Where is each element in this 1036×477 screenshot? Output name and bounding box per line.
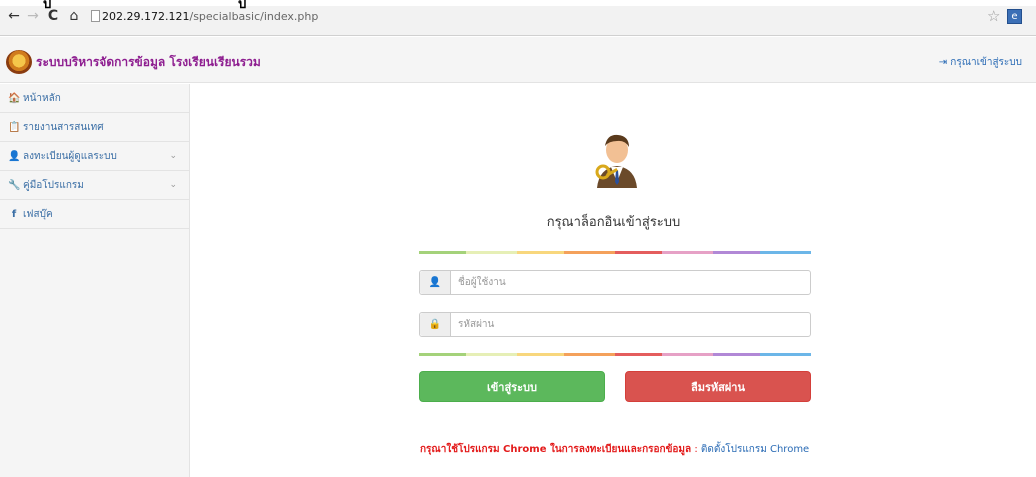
- school-logo-icon: [6, 50, 32, 74]
- login-button[interactable]: เข้าสู่ระบบ: [419, 371, 605, 402]
- lock-icon: 🔒: [420, 313, 451, 336]
- forward-icon[interactable]: →: [25, 6, 41, 26]
- sign-in-icon: ⇥: [938, 57, 951, 68]
- sidebar-item-register-admin[interactable]: 👤 ลงทะเบียนผู้ดูแลระบบ ⌄: [0, 142, 189, 171]
- chevron-down-icon: ⌄: [169, 180, 177, 190]
- browser-notice: กรุณาใช้โปรแกรม Chrome ในการลงทะเบียนและ…: [420, 442, 809, 457]
- user-icon: 👤: [420, 271, 451, 294]
- home-icon[interactable]: ⌂: [66, 6, 82, 26]
- wrench-icon: 🔧: [8, 180, 21, 191]
- sidebar-item-label: ลงทะเบียนผู้ดูแลระบบ: [23, 151, 117, 162]
- sidebar-item-label: รายงานสารสนเทศ: [23, 122, 104, 133]
- url-host: 202.29.172.121: [102, 10, 190, 23]
- extension-icon[interactable]: e: [1007, 9, 1022, 24]
- navigation-row: ← → C ⌂ 202.29.172.121/specialbasic/inde…: [0, 6, 1036, 26]
- url-path: /specialbasic/index.php: [189, 10, 319, 23]
- password-field[interactable]: 🔒: [419, 312, 811, 337]
- app-header: ระบบบริหารจัดการข้อมูล โรงเรียนเรียนรวม …: [0, 37, 1036, 83]
- login-link-label: กรุณาเข้าสู่ระบบ: [950, 57, 1022, 68]
- home-icon: 🏠: [8, 93, 21, 104]
- sidebar-item-manual[interactable]: 🔧 คู่มือโปรแกรม ⌄: [0, 171, 189, 200]
- address-bar[interactable]: 202.29.172.121/specialbasic/index.php: [102, 9, 318, 25]
- notice-separator: :: [691, 444, 701, 455]
- chevron-down-icon: ⌄: [169, 151, 177, 161]
- user-key-avatar-icon: [595, 134, 637, 188]
- user-icon: 👤: [8, 151, 21, 162]
- browser-toolbar: ป ป ← → C ⌂ 202.29.172.121/specialbasic/…: [0, 0, 1036, 36]
- reload-icon[interactable]: C: [45, 6, 61, 26]
- sidebar-item-facebook[interactable]: f เฟสบุ๊ค: [0, 200, 189, 229]
- username-input[interactable]: [458, 274, 798, 291]
- facebook-icon: f: [11, 209, 17, 220]
- username-field[interactable]: 👤: [419, 270, 811, 295]
- sidebar-item-label: เฟสบุ๊ค: [23, 209, 53, 220]
- sidebar-item-label: หน้าหลัก: [23, 93, 61, 104]
- page-icon: [91, 10, 100, 22]
- install-chrome-link[interactable]: ติดตั้งโปรแกรม Chrome: [701, 444, 809, 455]
- bookmark-star-icon[interactable]: ☆: [987, 6, 1000, 26]
- sidebar-item-home[interactable]: 🏠 หน้าหลัก: [0, 84, 189, 113]
- sidebar: 🏠 หน้าหลัก 📋 รายงานสารสนเทศ 👤 ลงทะเบียนผู้ด…: [0, 84, 190, 477]
- notice-warning: กรุณาใช้โปรแกรม Chrome ในการลงทะเบียนและ…: [420, 444, 692, 455]
- login-heading: กรุณาล็อกอินเข้าสู่ระบบ: [546, 215, 681, 230]
- login-panel: กรุณาล็อกอินเข้าสู่ระบบ 👤 🔒 เข้าสู่ระบบ …: [191, 84, 1036, 477]
- sidebar-item-reports[interactable]: 📋 รายงานสารสนเทศ: [0, 113, 189, 142]
- rainbow-divider: [419, 353, 811, 356]
- back-icon[interactable]: ←: [6, 6, 22, 26]
- login-link[interactable]: ⇥ กรุณาเข้าสู่ระบบ: [939, 55, 1022, 70]
- app-title[interactable]: ระบบบริหารจัดการข้อมูล โรงเรียนเรียนรวม: [36, 53, 261, 72]
- password-input[interactable]: [458, 316, 798, 333]
- forgot-password-button[interactable]: ลืมรหัสผ่าน: [625, 371, 811, 402]
- sidebar-item-label: คู่มือโปรแกรม: [23, 180, 84, 191]
- rainbow-divider: [419, 251, 811, 254]
- report-icon: 📋: [8, 122, 21, 133]
